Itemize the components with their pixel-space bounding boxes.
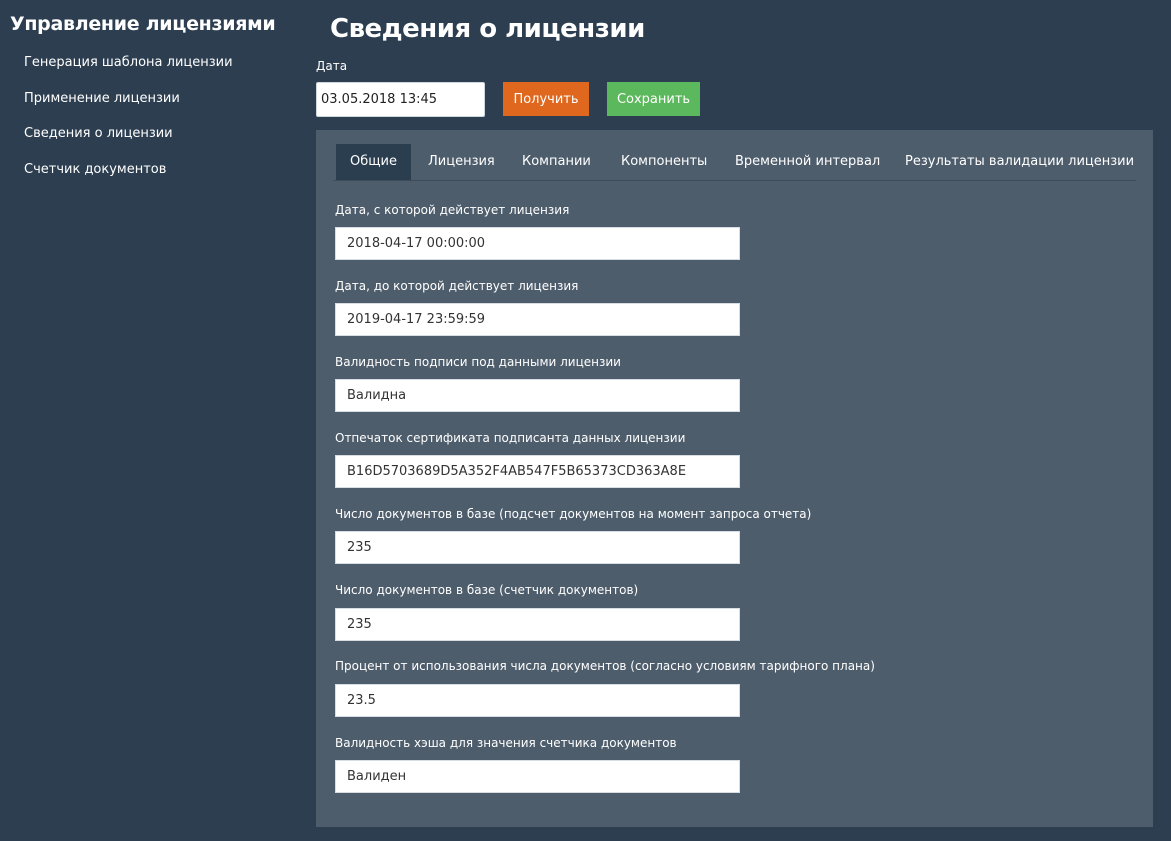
field-label-doc-usage-percent: Процент от использования числа документо…	[335, 659, 875, 673]
field-label-counter-hash-validity: Валидность хэша для значения счетчика до…	[335, 736, 677, 750]
sidebar-title: Управление лицензиями	[10, 13, 276, 35]
tab-components[interactable]: Компоненты	[621, 144, 707, 180]
page-title: Сведения о лицензии	[330, 14, 645, 44]
field-label-cert-thumbprint: Отпечаток сертификата подписанта данных …	[335, 431, 686, 445]
field-label-valid-from: Дата, с которой действует лицензия	[335, 203, 570, 217]
field-valid-from[interactable]	[335, 227, 740, 260]
save-button[interactable]: Сохранить	[607, 82, 700, 116]
get-button[interactable]: Получить	[503, 82, 589, 116]
field-doc-usage-percent[interactable]	[335, 684, 740, 717]
tabs-bar: Общие Лицензия Компании Компоненты Време…	[333, 144, 1136, 181]
tab-general[interactable]: Общие	[336, 144, 411, 180]
field-cert-thumbprint[interactable]	[335, 455, 740, 488]
field-signature-validity[interactable]	[335, 379, 740, 412]
date-label: Дата	[316, 59, 348, 73]
sidebar-item-document-counter[interactable]: Счетчик документов	[24, 162, 166, 177]
tab-companies[interactable]: Компании	[522, 144, 591, 180]
tab-license[interactable]: Лицензия	[428, 144, 495, 180]
sidebar-item-apply-license[interactable]: Применение лицензии	[24, 91, 180, 106]
field-label-doc-count-query: Число документов в базе (подсчет докумен…	[335, 507, 812, 521]
date-input[interactable]	[316, 82, 485, 117]
field-label-signature-validity: Валидность подписи под данными лицензии	[335, 355, 621, 369]
field-label-valid-to: Дата, до которой действует лицензия	[335, 279, 579, 293]
field-doc-count-query[interactable]	[335, 531, 740, 564]
field-label-doc-count-counter: Число документов в базе (счетчик докумен…	[335, 583, 639, 597]
field-valid-to[interactable]	[335, 303, 740, 336]
license-info-panel: Общие Лицензия Компании Компоненты Време…	[316, 130, 1153, 827]
tab-time-interval[interactable]: Временной интервал	[735, 144, 880, 180]
sidebar: Управление лицензиями Генерация шаблона …	[0, 0, 300, 841]
field-counter-hash-validity[interactable]	[335, 760, 740, 793]
field-doc-count-counter[interactable]	[335, 608, 740, 641]
sidebar-item-license-template[interactable]: Генерация шаблона лицензии	[24, 55, 233, 70]
tab-validation-results[interactable]: Результаты валидации лицензии	[905, 144, 1134, 180]
sidebar-item-license-info[interactable]: Сведения о лицензии	[24, 126, 173, 141]
